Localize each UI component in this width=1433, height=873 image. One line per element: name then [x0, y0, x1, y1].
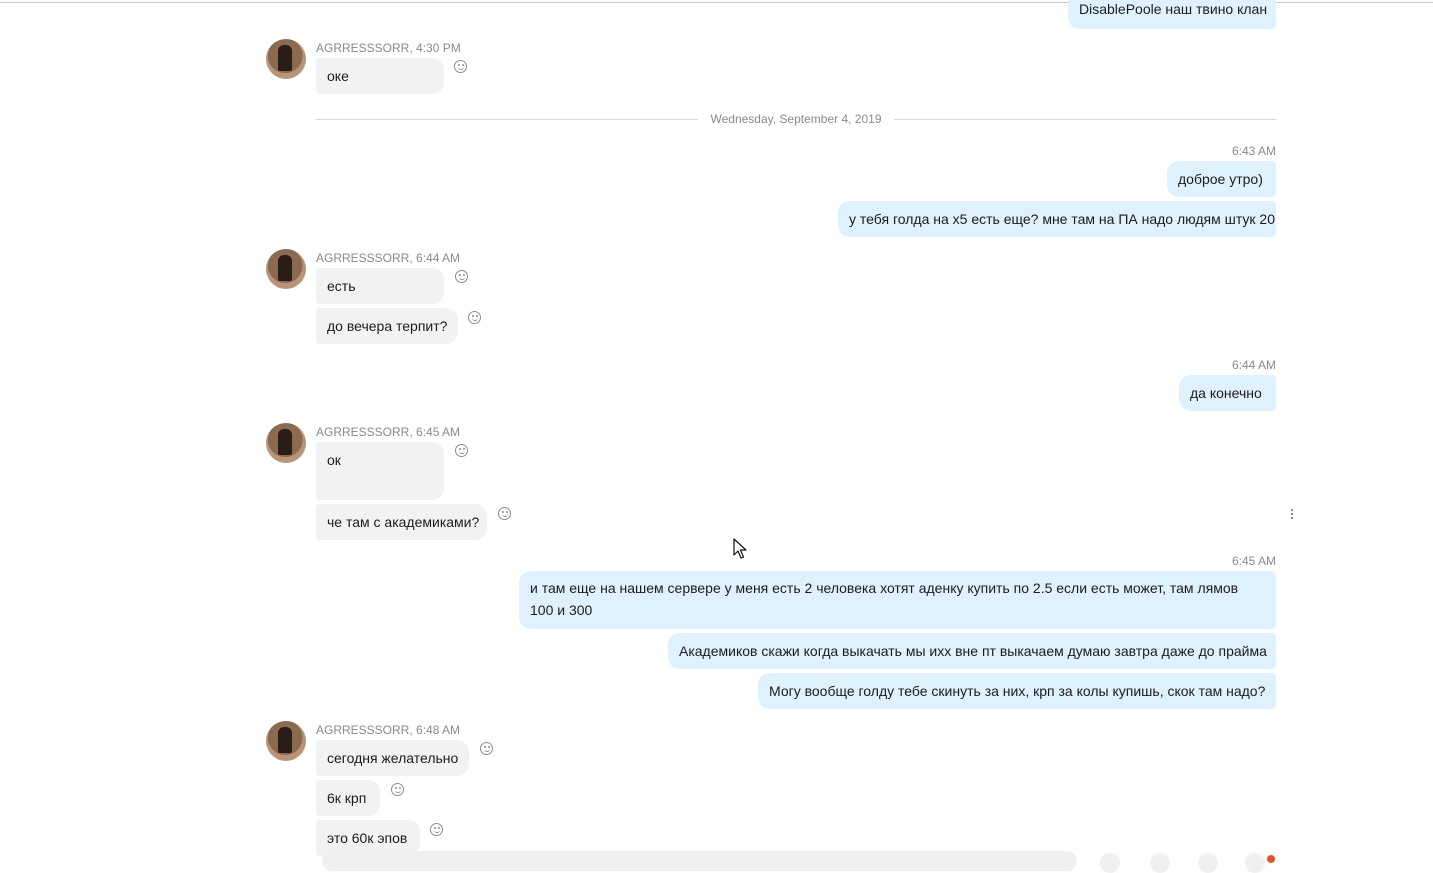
smiley-icon[interactable]: [455, 270, 468, 283]
message-meta: AGRRESSSORR, 6:48 AM: [316, 723, 461, 737]
incoming-message[interactable]: есть: [316, 268, 444, 304]
outgoing-message[interactable]: у тебя голда на х5 есть еще? мне там на …: [838, 201, 1276, 237]
incoming-message[interactable]: ок: [316, 442, 444, 500]
incoming-message[interactable]: сегодня желательно: [316, 740, 469, 776]
avatar[interactable]: [266, 423, 306, 463]
incoming-message[interactable]: до вечера терпит?: [316, 308, 458, 344]
avatar[interactable]: [266, 721, 306, 761]
more-options-button[interactable]: [1245, 853, 1265, 873]
smiley-icon[interactable]: [391, 783, 404, 796]
smiley-icon[interactable]: [468, 311, 481, 324]
attach-button[interactable]: [1150, 853, 1170, 873]
message-meta: 6:45 AM: [1231, 554, 1276, 568]
message-input[interactable]: [322, 851, 1077, 871]
smiley-icon[interactable]: [455, 444, 468, 457]
more-vertical-icon[interactable]: [1289, 508, 1295, 522]
incoming-message[interactable]: оке: [316, 58, 444, 94]
notification-dot: [1267, 855, 1275, 863]
message-meta: AGRRESSSORR, 4:30 PM: [316, 41, 461, 55]
smiley-icon[interactable]: [480, 742, 493, 755]
message-meta: AGRRESSSORR, 6:45 AM: [316, 425, 461, 439]
incoming-message[interactable]: 6к крп: [316, 780, 380, 816]
message-meta: 6:43 AM: [1231, 144, 1276, 158]
smiley-icon[interactable]: [454, 60, 467, 73]
date-divider-line-left: [316, 119, 698, 120]
mouse-pointer-icon: [733, 538, 747, 559]
emoji-button[interactable]: [1100, 853, 1120, 873]
incoming-message[interactable]: че там с академиками?: [316, 504, 487, 540]
smiley-icon[interactable]: [498, 507, 511, 520]
smiley-icon[interactable]: [430, 823, 443, 836]
avatar[interactable]: [266, 249, 306, 289]
outgoing-message[interactable]: DisablePoole наш твино клан: [1068, 0, 1276, 29]
outgoing-message[interactable]: да конечно: [1179, 375, 1276, 411]
avatar[interactable]: [266, 39, 306, 79]
outgoing-message[interactable]: Академиков скажи когда выкачать мы ихх в…: [668, 633, 1276, 669]
media-button[interactable]: [1198, 853, 1218, 873]
message-meta: AGRRESSSORR, 6:44 AM: [316, 251, 461, 265]
outgoing-message[interactable]: Могу вообще голду тебе скинуть за них, к…: [758, 673, 1276, 709]
outgoing-message[interactable]: и там еще на нашем сервере у меня есть 2…: [519, 571, 1276, 629]
date-divider: Wednesday, September 4, 2019: [710, 112, 882, 126]
message-meta: 6:44 AM: [1231, 358, 1276, 372]
outgoing-message[interactable]: доброе утро): [1167, 161, 1276, 197]
date-divider-line-right: [894, 119, 1276, 120]
